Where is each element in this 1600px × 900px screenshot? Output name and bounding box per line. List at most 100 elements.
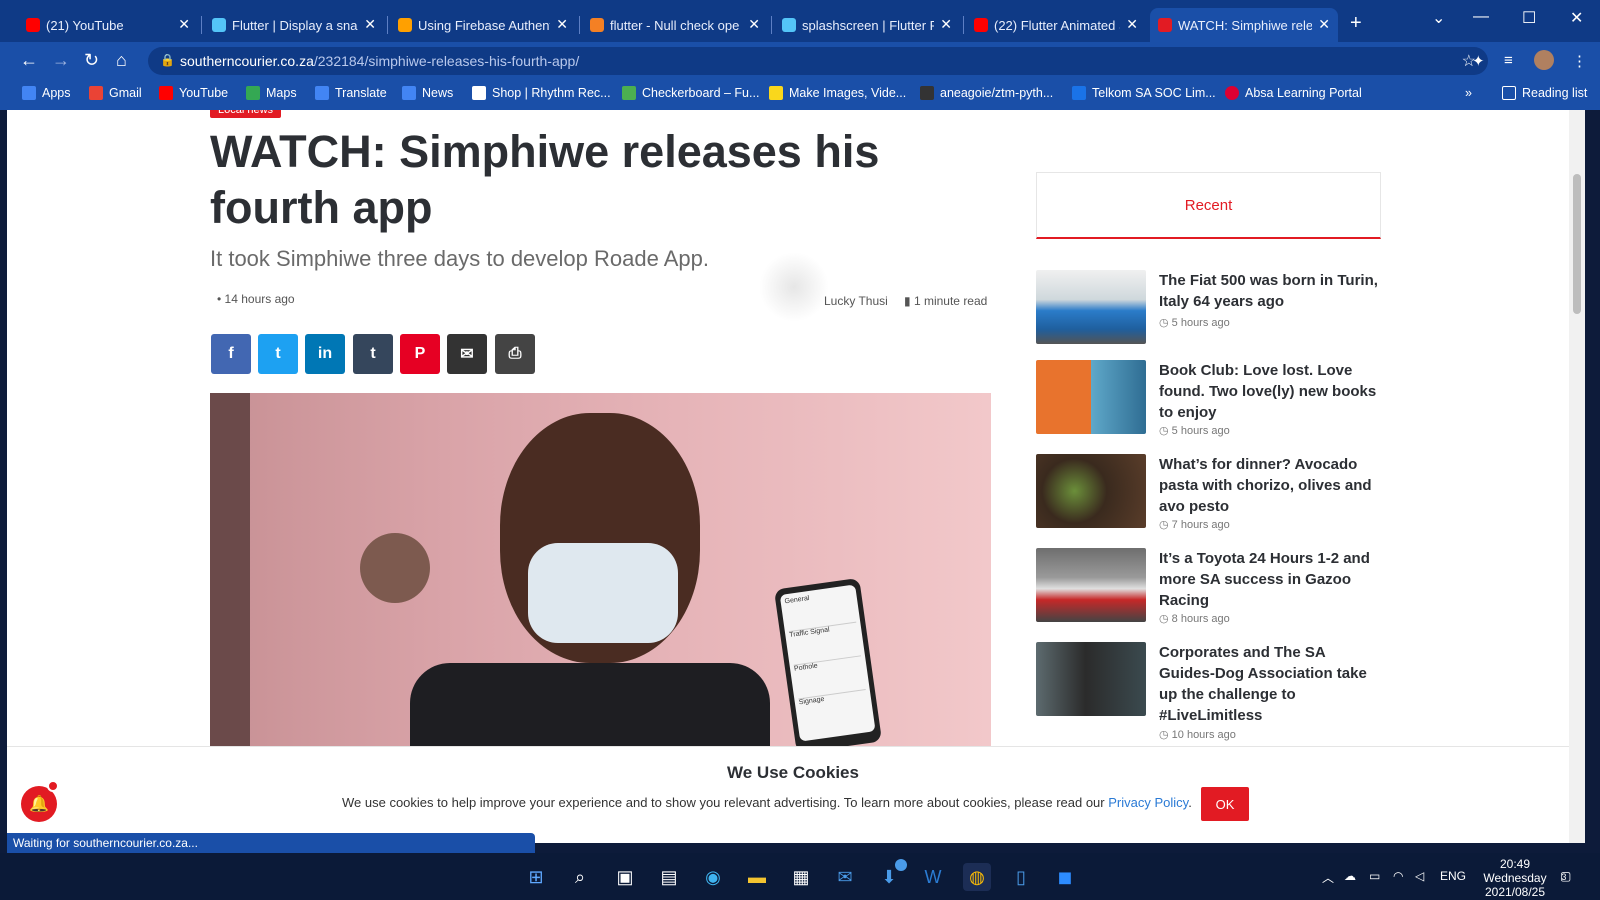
reading-list-button[interactable]: Reading list (1502, 86, 1587, 100)
start-icon[interactable]: ⊞ (522, 863, 550, 891)
close-icon[interactable]: ✕ (178, 16, 190, 33)
bookmark-shop[interactable]: Shop | Rhythm Rec... (472, 86, 611, 100)
extensions-icon[interactable]: ✦ (1472, 52, 1485, 70)
chrome-icon[interactable]: ◍ (963, 863, 991, 891)
post-thumbnail[interactable] (1036, 642, 1146, 716)
address-bar[interactable]: 🔒 southerncourier.co.za/232184/simphiwe-… (148, 47, 1488, 75)
mail-icon[interactable]: ✉ (831, 863, 859, 891)
tab-youtube[interactable]: (21) YouTube ✕ (18, 8, 198, 42)
share-email-button[interactable]: ✉ (447, 334, 487, 374)
bookmark-checkerboard[interactable]: Checkerboard – Fu... (622, 86, 759, 100)
media-control-icon[interactable]: ≡ (1504, 52, 1513, 69)
avatar[interactable] (1534, 50, 1554, 70)
bookmark-news[interactable]: News (402, 86, 453, 100)
clock-time: 20:49 (1499, 857, 1531, 871)
news-icon (402, 86, 416, 100)
tab-search-icon[interactable]: ⌄ (1432, 8, 1445, 28)
battery-icon[interactable]: ▭ (1369, 869, 1380, 883)
bookmark-maps[interactable]: Maps (246, 86, 297, 100)
list-item[interactable]: It’s a Toyota 24 Hours 1-2 and more SA s… (1036, 548, 1381, 625)
task-view-icon[interactable]: ▣ (611, 863, 639, 891)
search-icon[interactable]: ⌕ (566, 863, 594, 891)
list-item[interactable]: Corporates and The SA Guides-Dog Associa… (1036, 642, 1381, 741)
notification-center-icon[interactable]: ▢3 (1560, 869, 1571, 883)
list-item[interactable]: What’s for dinner? Avocado pasta with ch… (1036, 454, 1381, 531)
widgets-icon[interactable]: ▤ (655, 863, 683, 891)
more-bookmarks-icon[interactable]: » (1465, 86, 1472, 100)
tab-separator (771, 16, 772, 34)
post-title[interactable]: It’s a Toyota 24 Hours 1-2 and more SA s… (1159, 548, 1381, 611)
lock-icon[interactable]: 🔒 (160, 53, 175, 67)
bookmark-make-images[interactable]: Make Images, Vide... (769, 86, 906, 100)
tab-flutter-animated[interactable]: (22) Flutter Animated Sp✕ (966, 8, 1146, 42)
post-time: ◷ 10 hours ago (1159, 729, 1236, 741)
onedrive-icon[interactable]: ☁ (1344, 869, 1356, 883)
back-icon[interactable]: ← (20, 50, 38, 71)
chevron-up-icon[interactable]: ︿ (1322, 869, 1334, 886)
clock[interactable]: 20:49 Wednesday 2021/08/25 (1475, 857, 1555, 899)
share-pinterest-button[interactable]: P (400, 334, 440, 374)
new-tab-button[interactable]: + (1350, 12, 1362, 35)
close-icon[interactable]: ✕ (364, 16, 376, 33)
minimize-button[interactable]: — (1473, 8, 1489, 26)
post-title[interactable]: Corporates and The SA Guides-Dog Associa… (1159, 642, 1381, 726)
forward-icon[interactable]: → (52, 50, 70, 71)
author-name[interactable]: Lucky Thusi (824, 294, 888, 308)
post-thumbnail[interactable] (1036, 454, 1146, 528)
close-icon[interactable]: ✕ (1318, 16, 1330, 33)
tab-splashscreen[interactable]: splashscreen | Flutter P ✕ (774, 8, 960, 42)
home-icon[interactable]: ⌂ (116, 50, 127, 71)
tab-active-article[interactable]: WATCH: Simphiwe relea ✕ (1150, 8, 1338, 42)
bookmark-github[interactable]: aneagoie/ztm-pyth... (920, 86, 1053, 100)
bookmark-telkom[interactable]: Telkom SA SOC Lim... (1072, 86, 1216, 100)
post-title[interactable]: Book Club: Love lost. Love found. Two lo… (1159, 360, 1381, 423)
reload-icon[interactable]: ↻ (84, 50, 99, 71)
post-thumbnail[interactable] (1036, 548, 1146, 622)
page-scrollbar[interactable] (1569, 110, 1585, 843)
store-icon[interactable]: ▦ (787, 863, 815, 891)
wifi-icon[interactable]: ◠ (1393, 869, 1403, 883)
close-icon[interactable]: ✕ (748, 16, 760, 33)
maximize-button[interactable]: ☐ (1522, 8, 1536, 28)
zoom-icon[interactable]: ◼ (1051, 863, 1079, 891)
bookmark-youtube[interactable]: YouTube (159, 86, 228, 100)
tab-null-check[interactable]: flutter - Null check ope ✕ (582, 8, 768, 42)
volume-icon[interactable]: ◁ (1415, 869, 1424, 883)
list-item[interactable]: The Fiat 500 was born in Turin, Italy 64… (1036, 270, 1381, 346)
word-icon[interactable]: W (919, 863, 947, 891)
category-badge[interactable]: Local news (210, 110, 282, 118)
bookmark-apps[interactable]: Apps (22, 86, 71, 100)
close-icon[interactable]: ✕ (940, 16, 952, 33)
list-item[interactable]: Book Club: Love lost. Love found. Two lo… (1036, 360, 1381, 437)
print-button[interactable]: ⎙ (495, 334, 535, 374)
language-indicator[interactable]: ENG (1440, 869, 1466, 883)
tab-firebase-auth[interactable]: Using Firebase Authent ✕ (390, 8, 576, 42)
tab-flutter-snackbar[interactable]: Flutter | Display a snack ✕ (204, 8, 384, 42)
close-window-button[interactable]: ✕ (1570, 8, 1583, 28)
cookie-ok-button[interactable]: OK (1201, 787, 1249, 821)
status-bar: Waiting for southerncourier.co.za... (7, 833, 535, 853)
share-tumblr-button[interactable]: t (353, 334, 393, 374)
tab-recent[interactable]: Recent (1036, 172, 1381, 239)
bookmark-gmail[interactable]: Gmail (89, 86, 142, 100)
post-title[interactable]: What’s for dinner? Avocado pasta with ch… (1159, 454, 1381, 517)
phone-link-icon[interactable]: ▯ (1007, 863, 1035, 891)
close-icon[interactable]: ✕ (1126, 16, 1138, 33)
share-facebook-button[interactable]: f (211, 334, 251, 374)
bookmark-translate[interactable]: Translate (315, 86, 387, 100)
share-linkedin-button[interactable]: in (305, 334, 345, 374)
close-icon[interactable]: ✕ (556, 16, 568, 33)
share-twitter-button[interactable]: t (258, 334, 298, 374)
scrollbar-thumb[interactable] (1573, 174, 1581, 314)
updates-icon[interactable]: ⬇ 1 (875, 859, 907, 891)
post-thumbnail[interactable] (1036, 270, 1146, 344)
post-title[interactable]: The Fiat 500 was born in Turin, Italy 64… (1159, 270, 1381, 312)
post-thumbnail[interactable] (1036, 360, 1146, 434)
spark-icon (769, 86, 783, 100)
menu-icon[interactable]: ⋮ (1572, 52, 1587, 70)
file-explorer-icon[interactable]: ▬ (743, 863, 771, 891)
bookmark-absa[interactable]: Absa Learning Portal (1225, 86, 1362, 100)
hero-mask (528, 543, 678, 643)
privacy-policy-link[interactable]: Privacy Policy (1108, 795, 1188, 810)
edge-icon[interactable]: ◉ (699, 863, 727, 891)
